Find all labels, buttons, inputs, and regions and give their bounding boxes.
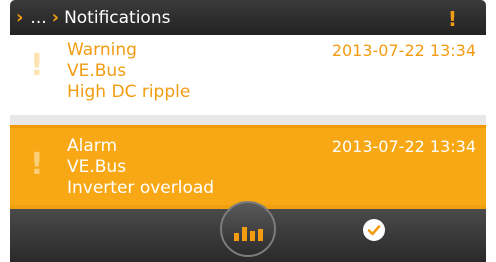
notification-item-alarm[interactable]: ! Alarm VE.Bus Inverter overload 2013-07…	[10, 125, 486, 205]
exclamation-icon: !	[30, 147, 44, 182]
notification-date: 2013-07-22 13:34	[331, 41, 476, 60]
page-title: Notifications	[64, 7, 171, 28]
chevron-right-icon: ›	[51, 6, 60, 28]
title-bar: › ... › Notifications !	[10, 0, 486, 35]
notification-type: Warning	[67, 40, 137, 60]
notification-message: High DC ripple	[67, 82, 191, 102]
breadcrumb-parent[interactable]: ...	[30, 8, 46, 28]
alert-indicator-icon: !	[447, 7, 457, 31]
exclamation-icon: !	[30, 48, 44, 83]
notification-source: VE.Bus	[67, 157, 127, 177]
list-divider	[10, 115, 486, 125]
notification-item-warning[interactable]: ! Warning VE.Bus High DC ripple 2013-07-…	[10, 35, 486, 115]
acknowledge-button[interactable]	[363, 219, 385, 241]
bar-chart-icon	[233, 227, 263, 241]
chevron-right-icon[interactable]: ›	[16, 8, 23, 27]
notification-message: Inverter overload	[67, 178, 215, 198]
checkmark-icon	[367, 225, 381, 236]
menu-button[interactable]	[220, 201, 276, 257]
bottom-toolbar	[10, 201, 486, 262]
notification-date: 2013-07-22 13:34	[331, 137, 476, 156]
notification-source: VE.Bus	[67, 61, 127, 81]
notification-type: Alarm	[67, 136, 118, 156]
device-screen: › ... › Notifications ! ! Warning VE.Bus…	[10, 0, 486, 262]
